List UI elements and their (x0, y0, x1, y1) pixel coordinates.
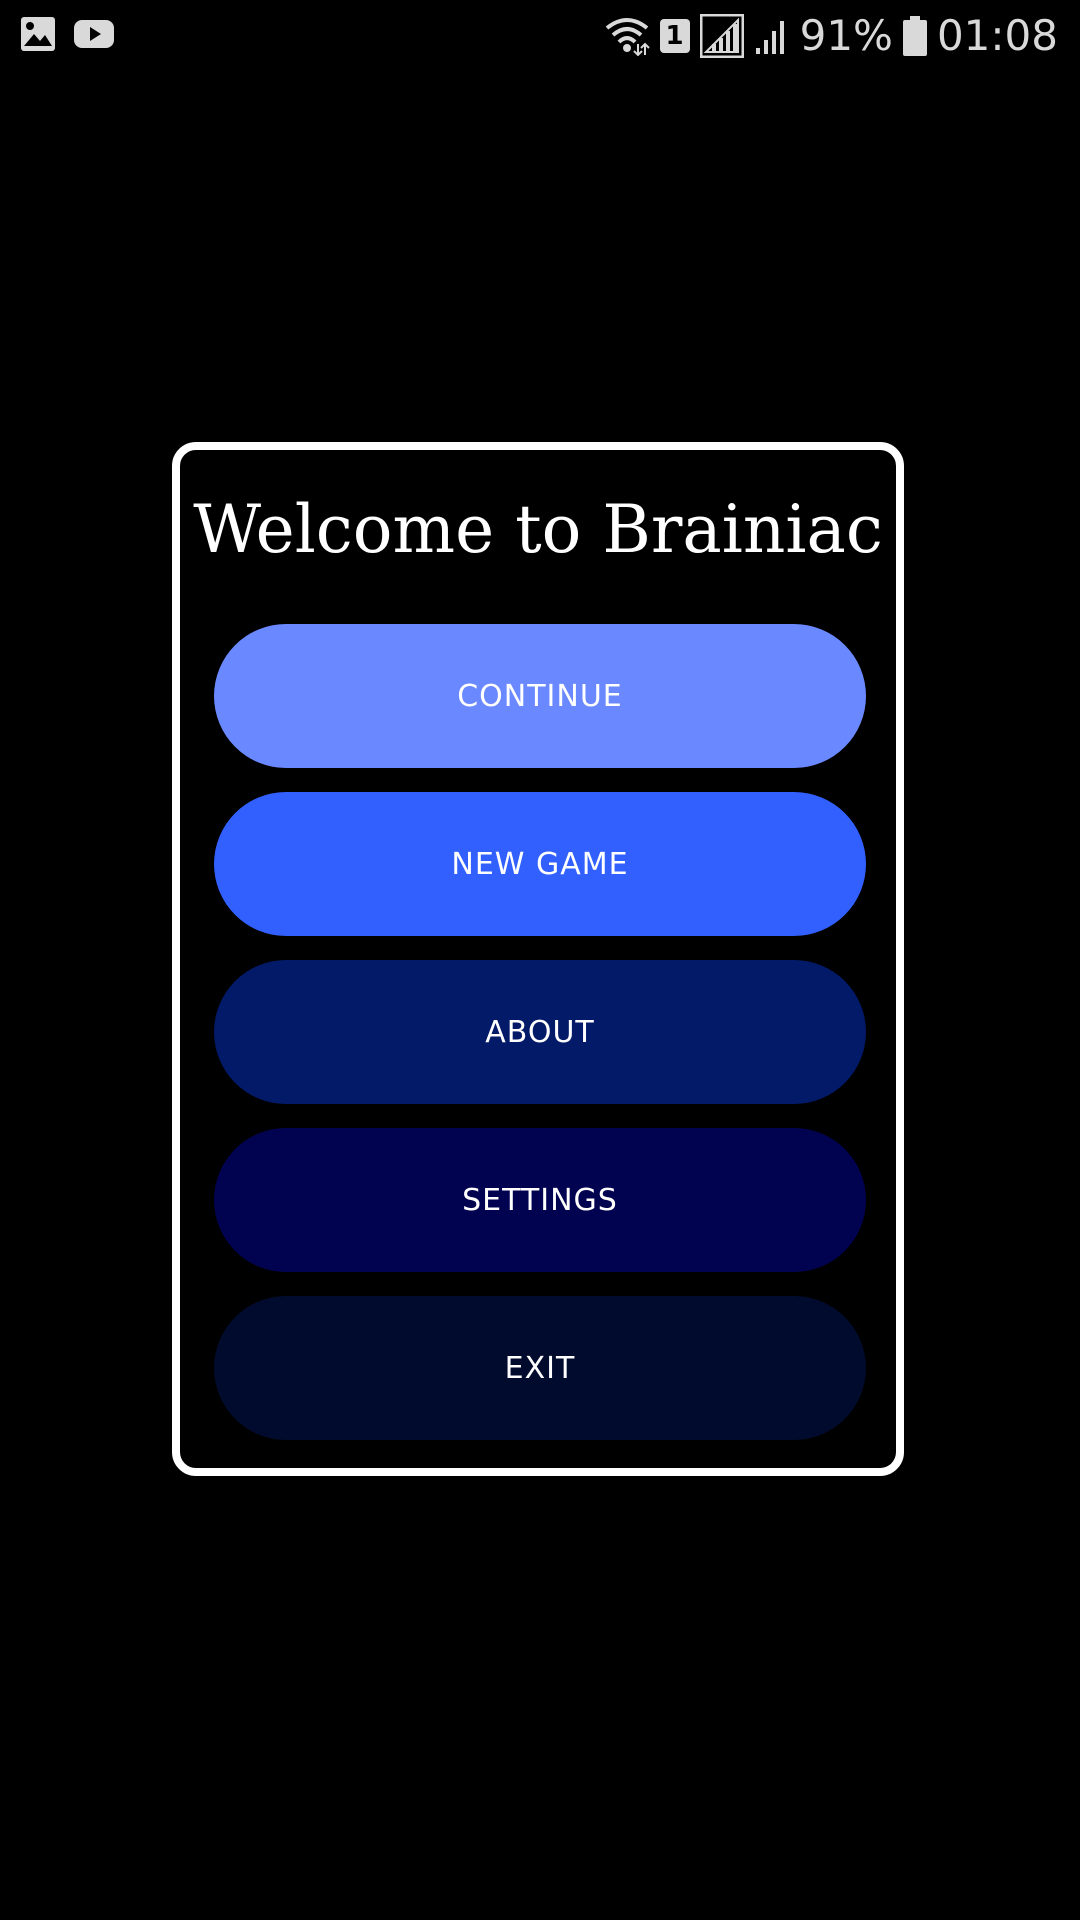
dialog-title: Welcome to Brainiac (193, 491, 883, 568)
status-bar-right: 1 91% 01:08 (604, 10, 1058, 62)
sim-icon: 1 (659, 19, 690, 53)
continue-button[interactable]: CONTINUE (214, 624, 866, 768)
signal-icon-2 (754, 16, 790, 56)
image-icon (20, 16, 56, 52)
battery-percentage: 91% (799, 11, 893, 60)
about-button[interactable]: ABOUT (214, 960, 866, 1104)
youtube-icon (74, 18, 114, 50)
wifi-icon (604, 16, 650, 56)
status-bar: 1 91% 01:08 (0, 0, 1080, 72)
status-bar-left (20, 16, 114, 52)
main-menu: CONTINUE NEW GAME ABOUT SETTINGS EXIT (214, 624, 866, 1464)
signal-icon (699, 14, 744, 58)
new-game-button[interactable]: NEW GAME (214, 792, 866, 936)
battery-icon (902, 16, 927, 56)
welcome-dialog: Welcome to Brainiac CONTINUE NEW GAME AB… (172, 442, 904, 1476)
settings-button[interactable]: SETTINGS (214, 1128, 866, 1272)
exit-button[interactable]: EXIT (214, 1296, 866, 1440)
clock: 01:08 (936, 11, 1058, 60)
